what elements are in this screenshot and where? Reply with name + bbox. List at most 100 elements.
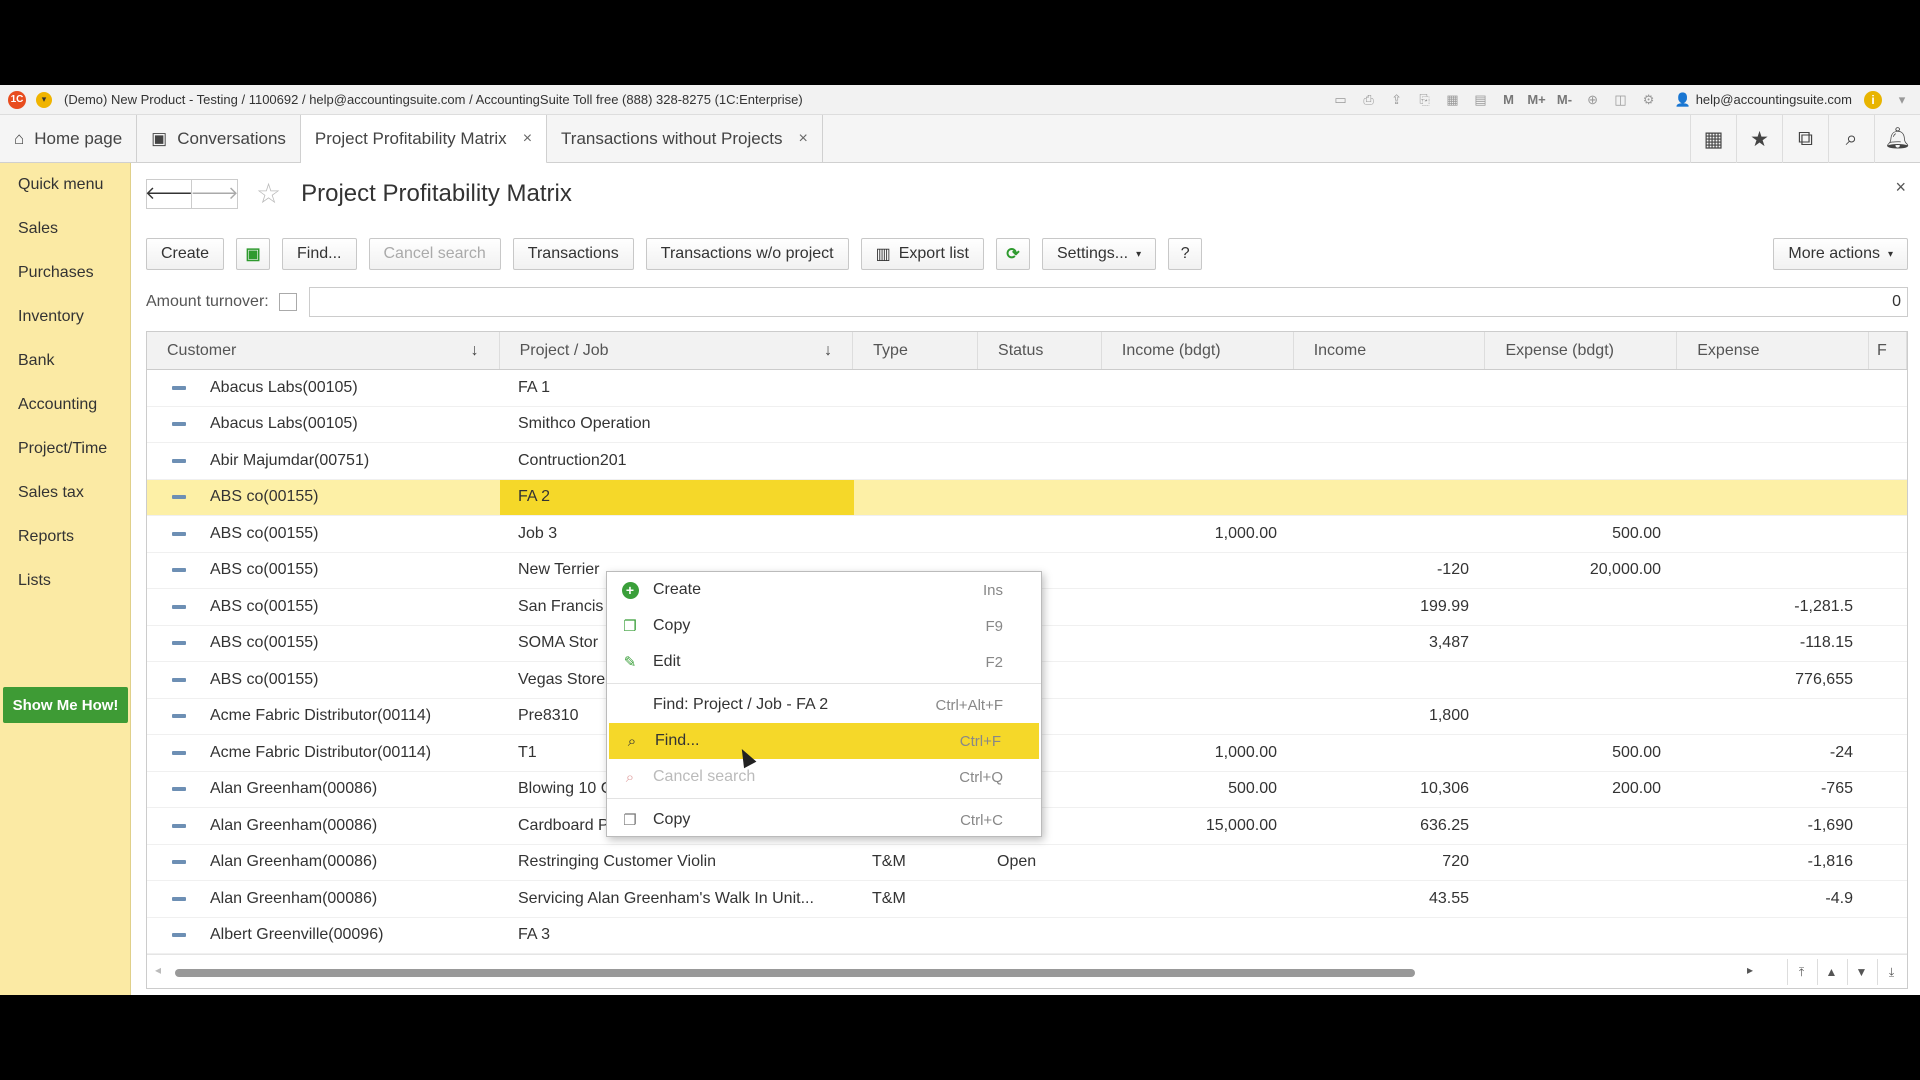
cell-income[interactable] <box>1295 443 1487 479</box>
cell-project[interactable]: Restringing Customer Violin <box>500 845 854 881</box>
refresh-button[interactable]: ⟳ <box>995 238 1030 270</box>
cell-expense-bdgt[interactable] <box>1487 443 1679 479</box>
cell-status[interactable] <box>979 370 1103 406</box>
cell-income-bdgt[interactable] <box>1103 370 1295 406</box>
scroll-thumb[interactable] <box>175 969 1415 977</box>
cell-expense-bdgt[interactable] <box>1487 589 1679 625</box>
menu-item-edit[interactable]: ✎ Edit F2 <box>607 644 1041 680</box>
cell-income-bdgt[interactable] <box>1103 881 1295 917</box>
notifications-bell-icon[interactable]: 🔔︎ <box>1874 115 1920 163</box>
memory-button[interactable]: M <box>1501 92 1517 108</box>
cell-status[interactable] <box>979 480 1103 516</box>
show-me-how-button[interactable]: Show Me How! <box>3 687 128 723</box>
cell-expense-bdgt[interactable] <box>1487 407 1679 443</box>
favorite-star-icon[interactable]: ☆ <box>256 177 281 210</box>
cell-income[interactable]: 720 <box>1295 845 1487 881</box>
first-page-icon[interactable]: ⤒ <box>1787 959 1815 985</box>
page-up-icon[interactable]: ▲ <box>1817 959 1845 985</box>
cell-project[interactable]: FA 3 <box>500 918 854 954</box>
cell-income-bdgt[interactable] <box>1103 918 1295 954</box>
cell-expense[interactable] <box>1679 370 1871 406</box>
back-button[interactable]: 🡐 <box>145 178 193 209</box>
column-status[interactable]: Status <box>978 332 1102 369</box>
cell-income[interactable]: 636.25 <box>1295 808 1487 844</box>
column-overflow[interactable]: F <box>1869 332 1907 369</box>
cell-expense-bdgt[interactable]: 500.00 <box>1487 735 1679 771</box>
calendar-icon[interactable]: ▤ <box>1473 92 1489 108</box>
transactions-button[interactable]: Transactions <box>512 238 634 270</box>
cell-income-bdgt[interactable]: 15,000.00 <box>1103 808 1295 844</box>
favorites-icon[interactable]: ★ <box>1736 115 1782 163</box>
history-icon[interactable]: ⧉ <box>1782 115 1828 163</box>
sidebar-item-inventory[interactable]: Inventory <box>0 295 130 339</box>
forward-button[interactable]: 🡒 <box>190 178 239 209</box>
sidebar-item-sales-tax[interactable]: Sales tax <box>0 471 130 515</box>
cell-customer[interactable]: Abacus Labs(00105) <box>210 407 500 443</box>
column-customer[interactable]: Customer ↓ <box>147 332 500 369</box>
sidebar-item-quick-menu[interactable]: Quick menu <box>0 163 130 207</box>
cell-customer[interactable]: ABS co(00155) <box>210 662 500 698</box>
column-expense[interactable]: Expense <box>1677 332 1870 369</box>
amount-turnover-checkbox[interactable] <box>278 293 297 311</box>
cell-status[interactable] <box>979 443 1103 479</box>
cell-customer[interactable]: Albert Greenville(00096) <box>210 918 500 954</box>
cell-project[interactable]: Job 3 <box>500 516 854 552</box>
cell-expense-bdgt[interactable]: 20,000.00 <box>1487 553 1679 589</box>
find-button[interactable]: Find... <box>282 238 357 270</box>
cell-type[interactable] <box>854 370 979 406</box>
menu-item-find[interactable]: ⌕ Find... Ctrl+F <box>609 723 1039 759</box>
more-actions-button[interactable]: More actions ▾ <box>1773 238 1908 270</box>
calculator-icon[interactable]: ▦ <box>1445 92 1461 108</box>
cell-income[interactable]: -120 <box>1295 553 1487 589</box>
panels-icon[interactable]: ◫ <box>1613 92 1629 108</box>
cell-type[interactable]: T&M <box>854 845 979 881</box>
create-button[interactable]: Create <box>146 238 225 270</box>
cell-income-bdgt[interactable] <box>1103 699 1295 735</box>
menu-item-create[interactable]: + Create Ins <box>607 572 1041 608</box>
cell-income[interactable]: 10,306 <box>1295 772 1487 808</box>
cell-type[interactable] <box>854 918 979 954</box>
page-down-icon[interactable]: ▼ <box>1847 959 1875 985</box>
cell-customer[interactable]: ABS co(00155) <box>210 516 500 552</box>
column-income-bdgt[interactable]: Income (bdgt) <box>1102 332 1294 369</box>
cell-income-bdgt[interactable] <box>1103 480 1295 516</box>
cell-expense[interactable] <box>1679 699 1871 735</box>
cell-customer[interactable]: Abir Majumdar(00751) <box>210 443 500 479</box>
close-form-icon[interactable]: × <box>1895 177 1906 198</box>
table-row[interactable]: Abacus Labs(00105) Smithco Operation <box>147 407 1907 443</box>
table-row[interactable]: Abir Majumdar(00751) Contruction201 <box>147 443 1907 480</box>
scroll-left-icon[interactable]: ◂ <box>155 963 161 977</box>
cell-income-bdgt[interactable] <box>1103 626 1295 662</box>
cell-expense[interactable] <box>1679 407 1871 443</box>
export-icon[interactable]: ⇪ <box>1389 92 1405 108</box>
search-icon[interactable]: ⌕ <box>1828 115 1874 163</box>
cell-type[interactable] <box>854 480 979 516</box>
cell-income-bdgt[interactable] <box>1103 589 1295 625</box>
cell-expense-bdgt[interactable]: 200.00 <box>1487 772 1679 808</box>
cell-income[interactable] <box>1295 480 1487 516</box>
table-row[interactable]: Albert Greenville(00096) FA 3 <box>147 918 1907 954</box>
cell-customer[interactable]: Alan Greenham(00086) <box>210 881 500 917</box>
cell-income[interactable]: 1,800 <box>1295 699 1487 735</box>
cell-expense[interactable]: -24 <box>1679 735 1871 771</box>
chevron-down-icon[interactable]: ▾ <box>1894 92 1910 108</box>
cell-customer[interactable]: Alan Greenham(00086) <box>210 772 500 808</box>
cell-expense-bdgt[interactable]: 500.00 <box>1487 516 1679 552</box>
cell-type[interactable] <box>854 407 979 443</box>
cell-status[interactable]: Open <box>979 845 1103 881</box>
cell-expense[interactable]: -4.9 <box>1679 881 1871 917</box>
tools-icon[interactable]: ⚙ <box>1641 92 1657 108</box>
print-icon[interactable]: ⎙ <box>1361 92 1377 108</box>
cell-income[interactable] <box>1295 407 1487 443</box>
cell-customer[interactable]: ABS co(00155) <box>210 553 500 589</box>
cell-income[interactable] <box>1295 918 1487 954</box>
menu-item-copy[interactable]: ❐ Copy Ctrl+C <box>607 802 1041 838</box>
help-button[interactable]: ? <box>1168 238 1203 270</box>
cell-income-bdgt[interactable]: 1,000.00 <box>1103 516 1295 552</box>
cell-expense-bdgt[interactable] <box>1487 626 1679 662</box>
cell-income[interactable] <box>1295 370 1487 406</box>
cell-expense-bdgt[interactable] <box>1487 881 1679 917</box>
sidebar-item-purchases[interactable]: Purchases <box>0 251 130 295</box>
cell-income[interactable]: 43.55 <box>1295 881 1487 917</box>
tab-home-page[interactable]: ⌂ Home page <box>0 115 138 163</box>
